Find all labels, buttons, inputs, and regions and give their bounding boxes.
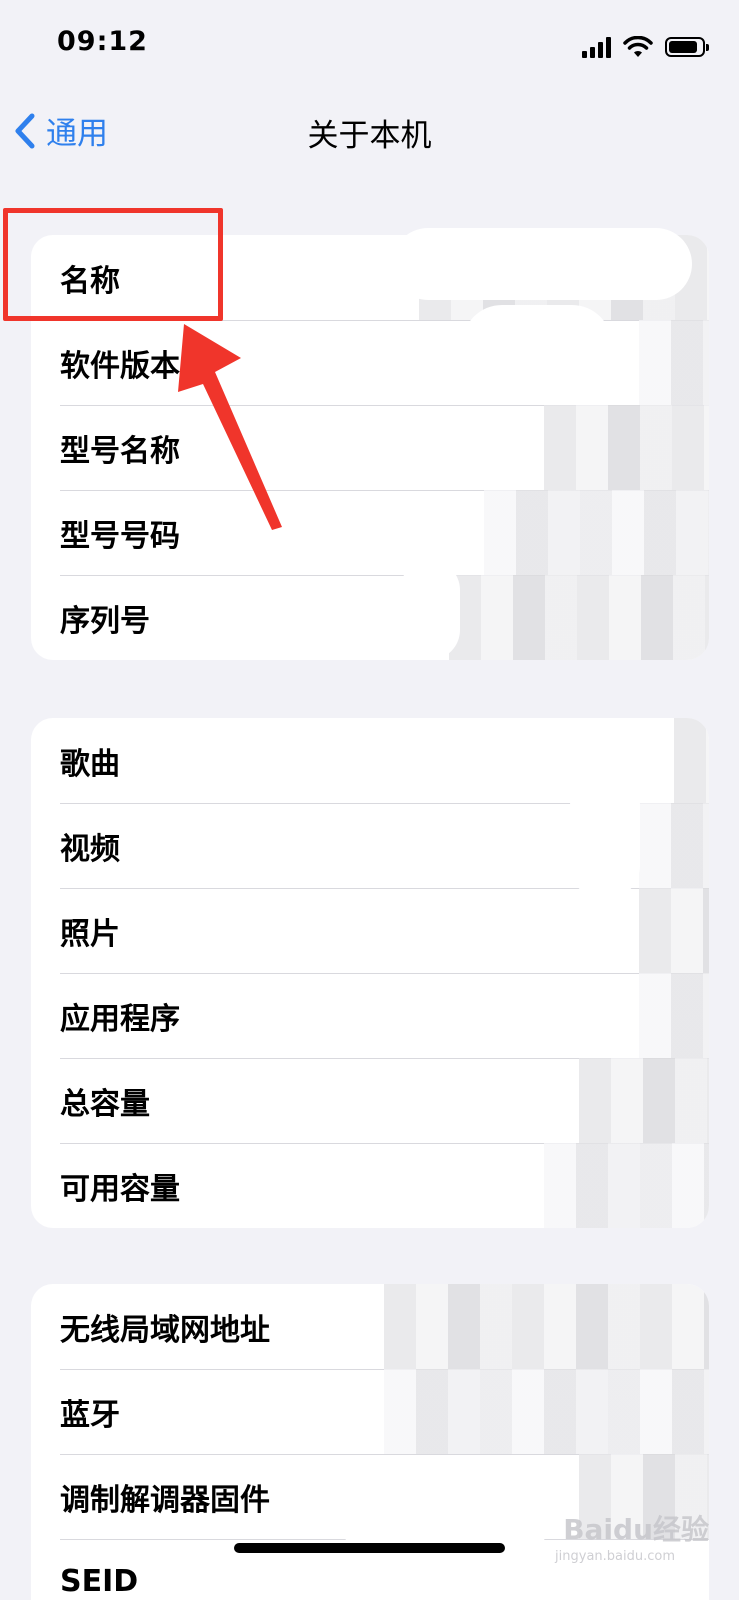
annotation-arrow-icon — [178, 324, 282, 530]
home-indicator[interactable] — [234, 1543, 505, 1553]
watermark-subtext: jingyan.baidu.com — [555, 1549, 675, 1564]
watermark-text: Baidu经验 — [563, 1513, 709, 1546]
